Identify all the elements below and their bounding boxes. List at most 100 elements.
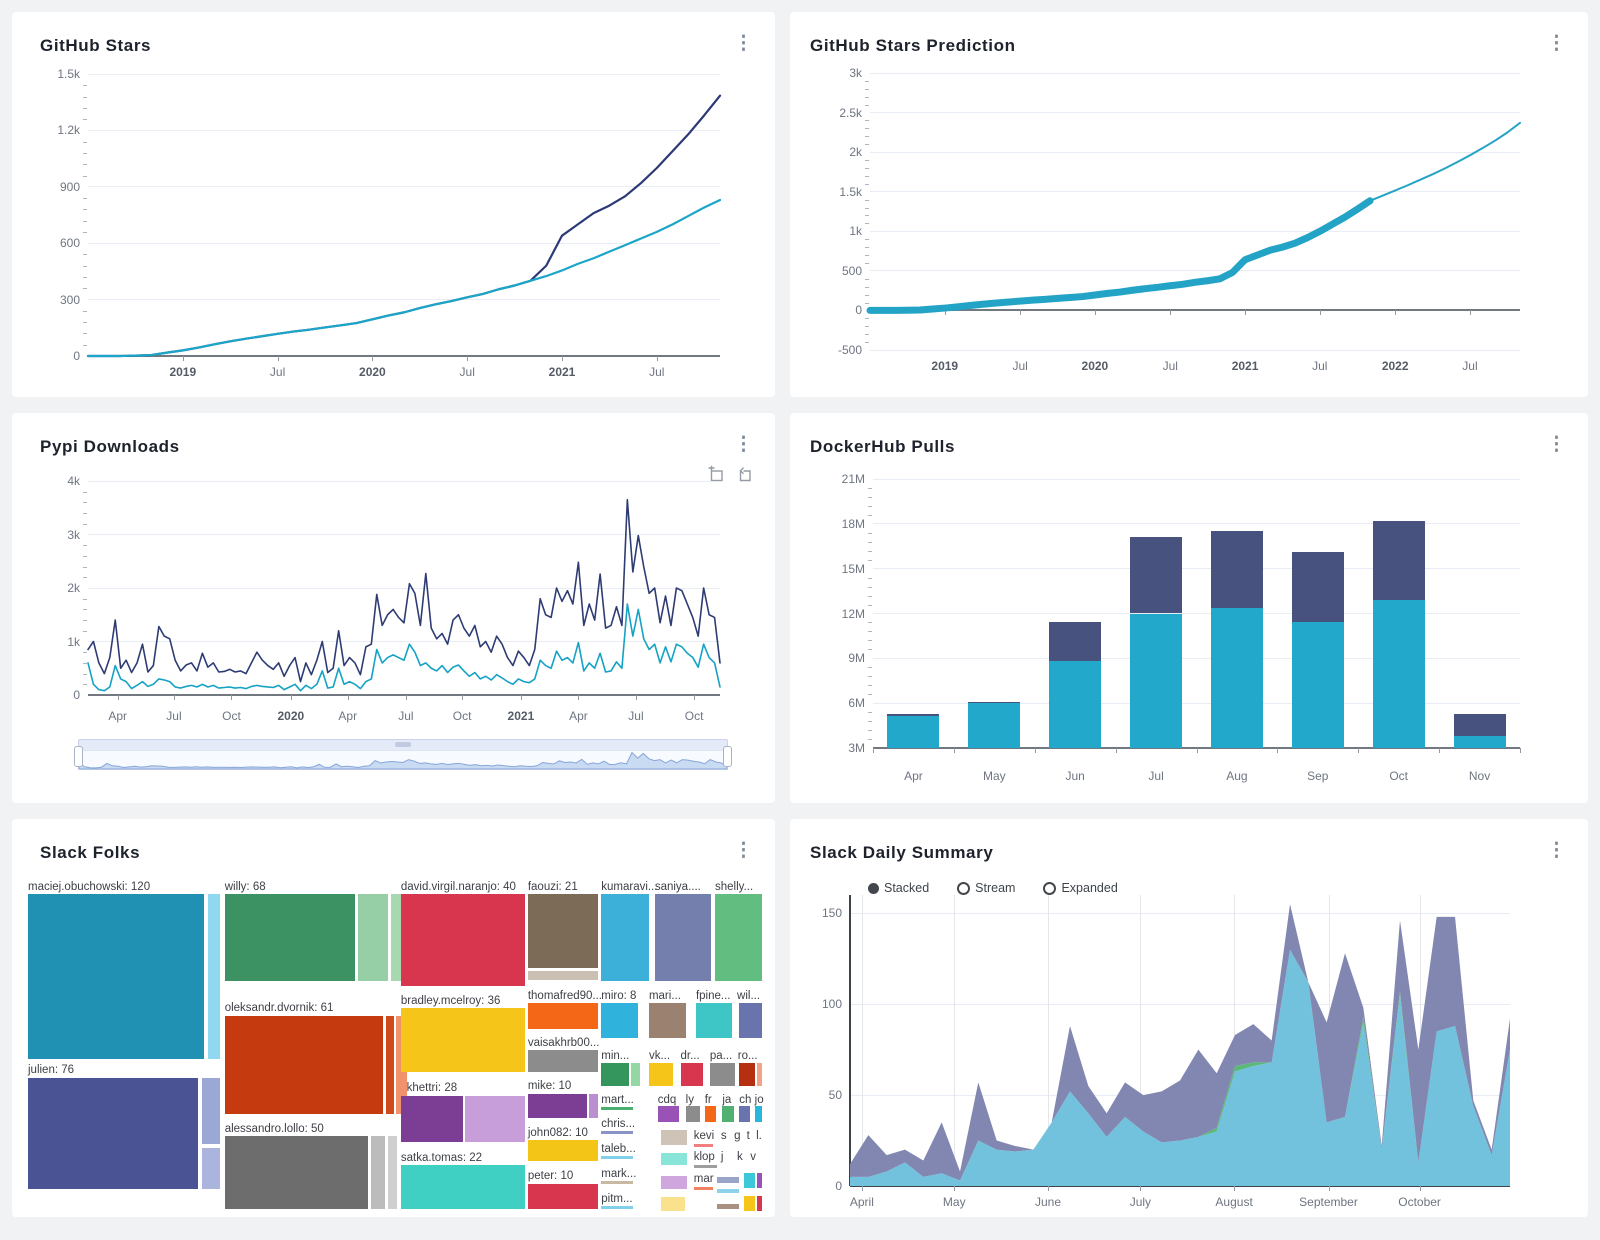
treemap-block[interactable]: [358, 894, 388, 981]
kebab-menu-icon[interactable]: ⋮: [734, 34, 753, 53]
treemap-block[interactable]: [465, 1096, 524, 1143]
treemap-block[interactable]: [717, 1189, 739, 1194]
bar-segment-pulls-increment[interactable]: [1292, 552, 1344, 622]
legend-item-expanded[interactable]: Expanded: [1043, 881, 1117, 895]
treemap-block[interactable]: [661, 1153, 687, 1166]
bar-segment-pulls-increment[interactable]: [1130, 537, 1182, 613]
bar-segment-pulls-increment[interactable]: [1373, 521, 1425, 600]
treemap-block[interactable]: [601, 1003, 638, 1038]
treemap-block[interactable]: [208, 894, 220, 1059]
treemap-block[interactable]: [744, 1196, 755, 1211]
treemap-block[interactable]: [744, 1173, 755, 1188]
treemap-block[interactable]: [710, 1063, 735, 1085]
treemap-block[interactable]: [681, 1063, 703, 1085]
treemap-block[interactable]: [528, 894, 598, 969]
bar-segment-pulls-base[interactable]: [1049, 661, 1101, 748]
treemap-block[interactable]: [528, 1050, 598, 1072]
treemap-block[interactable]: [371, 1136, 386, 1209]
treemap-tiny-block[interactable]: [601, 1107, 633, 1110]
treemap-block[interactable]: [739, 1106, 750, 1122]
bar-segment-pulls-increment[interactable]: [1049, 622, 1101, 661]
treemap-block[interactable]: [757, 1063, 762, 1085]
treemap-tiny-block[interactable]: [601, 1156, 633, 1159]
treemap-block[interactable]: [528, 1094, 587, 1118]
kebab-menu-icon[interactable]: ⋮: [734, 841, 753, 860]
treemap-block[interactable]: [649, 1003, 686, 1038]
kebab-menu-icon[interactable]: ⋮: [734, 435, 753, 454]
treemap-block[interactable]: [658, 1106, 679, 1122]
treemap-label: miro: 8: [601, 990, 636, 1002]
treemap-block[interactable]: [755, 1106, 762, 1122]
bar-segment-pulls-base[interactable]: [887, 716, 939, 748]
datazoom-right-handle[interactable]: [723, 746, 732, 767]
treemap-block[interactable]: [757, 1173, 762, 1188]
kebab-menu-icon[interactable]: ⋮: [1547, 435, 1566, 454]
y-axis-label: 3k: [816, 66, 862, 80]
treemap-label: t: [747, 1130, 750, 1142]
y-minor-tick: [868, 667, 872, 668]
treemap-block[interactable]: [757, 1196, 762, 1211]
treemap-block[interactable]: [401, 1096, 463, 1143]
bar-segment-pulls-base[interactable]: [1130, 614, 1182, 749]
treemap-tiny-block[interactable]: [694, 1165, 717, 1168]
treemap-block[interactable]: [528, 971, 598, 981]
kebab-menu-icon[interactable]: ⋮: [1547, 34, 1566, 53]
treemap-block[interactable]: [686, 1106, 700, 1122]
treemap-tiny-block[interactable]: [601, 1131, 633, 1134]
treemap-block[interactable]: [696, 1003, 732, 1038]
restore-icon[interactable]: [735, 465, 753, 483]
bar-segment-pulls-increment[interactable]: [968, 702, 1020, 703]
treemap-block[interactable]: [722, 1106, 734, 1122]
treemap-block[interactable]: [28, 894, 204, 1059]
datazoom-slider[interactable]: [78, 739, 728, 770]
treemap-block[interactable]: [715, 894, 762, 981]
treemap-tiny-block[interactable]: [601, 1206, 633, 1209]
treemap-block[interactable]: [401, 1165, 525, 1209]
treemap-block[interactable]: [717, 1177, 739, 1183]
treemap-block[interactable]: [225, 1016, 384, 1114]
bar-segment-pulls-base[interactable]: [1454, 736, 1506, 748]
treemap-block[interactable]: [631, 1063, 640, 1085]
treemap-block[interactable]: [202, 1148, 220, 1188]
treemap-block[interactable]: [705, 1106, 716, 1122]
treemap-tiny-block[interactable]: [601, 1181, 633, 1184]
treemap-block[interactable]: [528, 1184, 598, 1209]
datazoom-left-handle[interactable]: [74, 746, 83, 767]
y-minor-tick: [83, 577, 87, 578]
treemap-block[interactable]: [717, 1204, 739, 1209]
treemap-block[interactable]: [401, 894, 525, 986]
treemap-block[interactable]: [225, 1136, 368, 1209]
legend-item-stream[interactable]: Stream: [957, 881, 1015, 895]
treemap-label: v: [750, 1151, 756, 1163]
treemap-block[interactable]: [386, 1016, 394, 1114]
bar-segment-pulls-base[interactable]: [1211, 608, 1263, 748]
kebab-menu-icon[interactable]: ⋮: [1547, 841, 1566, 860]
bar-segment-pulls-base[interactable]: [1373, 600, 1425, 748]
bar-segment-pulls-increment[interactable]: [1454, 714, 1506, 736]
treemap-block[interactable]: [661, 1130, 687, 1145]
treemap-block[interactable]: [528, 1140, 598, 1161]
treemap-block[interactable]: [202, 1078, 220, 1143]
treemap-block[interactable]: [225, 894, 356, 981]
treemap-block[interactable]: [601, 1063, 629, 1085]
treemap-block[interactable]: [739, 1003, 762, 1038]
treemap-block[interactable]: [528, 1003, 598, 1028]
bar-segment-pulls-base[interactable]: [968, 703, 1020, 748]
treemap-block[interactable]: [401, 1008, 525, 1072]
treemap-block[interactable]: [388, 1136, 398, 1209]
treemap-block[interactable]: [655, 894, 711, 981]
treemap-tiny-block[interactable]: [694, 1187, 713, 1190]
bar-segment-pulls-base[interactable]: [1292, 622, 1344, 748]
legend-item-stacked[interactable]: Stacked: [868, 881, 929, 895]
treemap-block[interactable]: [739, 1063, 755, 1085]
bar-segment-pulls-increment[interactable]: [887, 714, 939, 715]
treemap-block[interactable]: [661, 1176, 687, 1189]
treemap-block[interactable]: [589, 1094, 598, 1118]
bar-segment-pulls-increment[interactable]: [1211, 531, 1263, 608]
treemap-block[interactable]: [28, 1078, 198, 1188]
treemap-block[interactable]: [649, 1063, 673, 1085]
treemap-tiny-block[interactable]: [694, 1144, 713, 1147]
datazoom-grip-handle[interactable]: [395, 742, 411, 747]
treemap-block[interactable]: [601, 894, 649, 981]
treemap-block[interactable]: [661, 1197, 685, 1211]
